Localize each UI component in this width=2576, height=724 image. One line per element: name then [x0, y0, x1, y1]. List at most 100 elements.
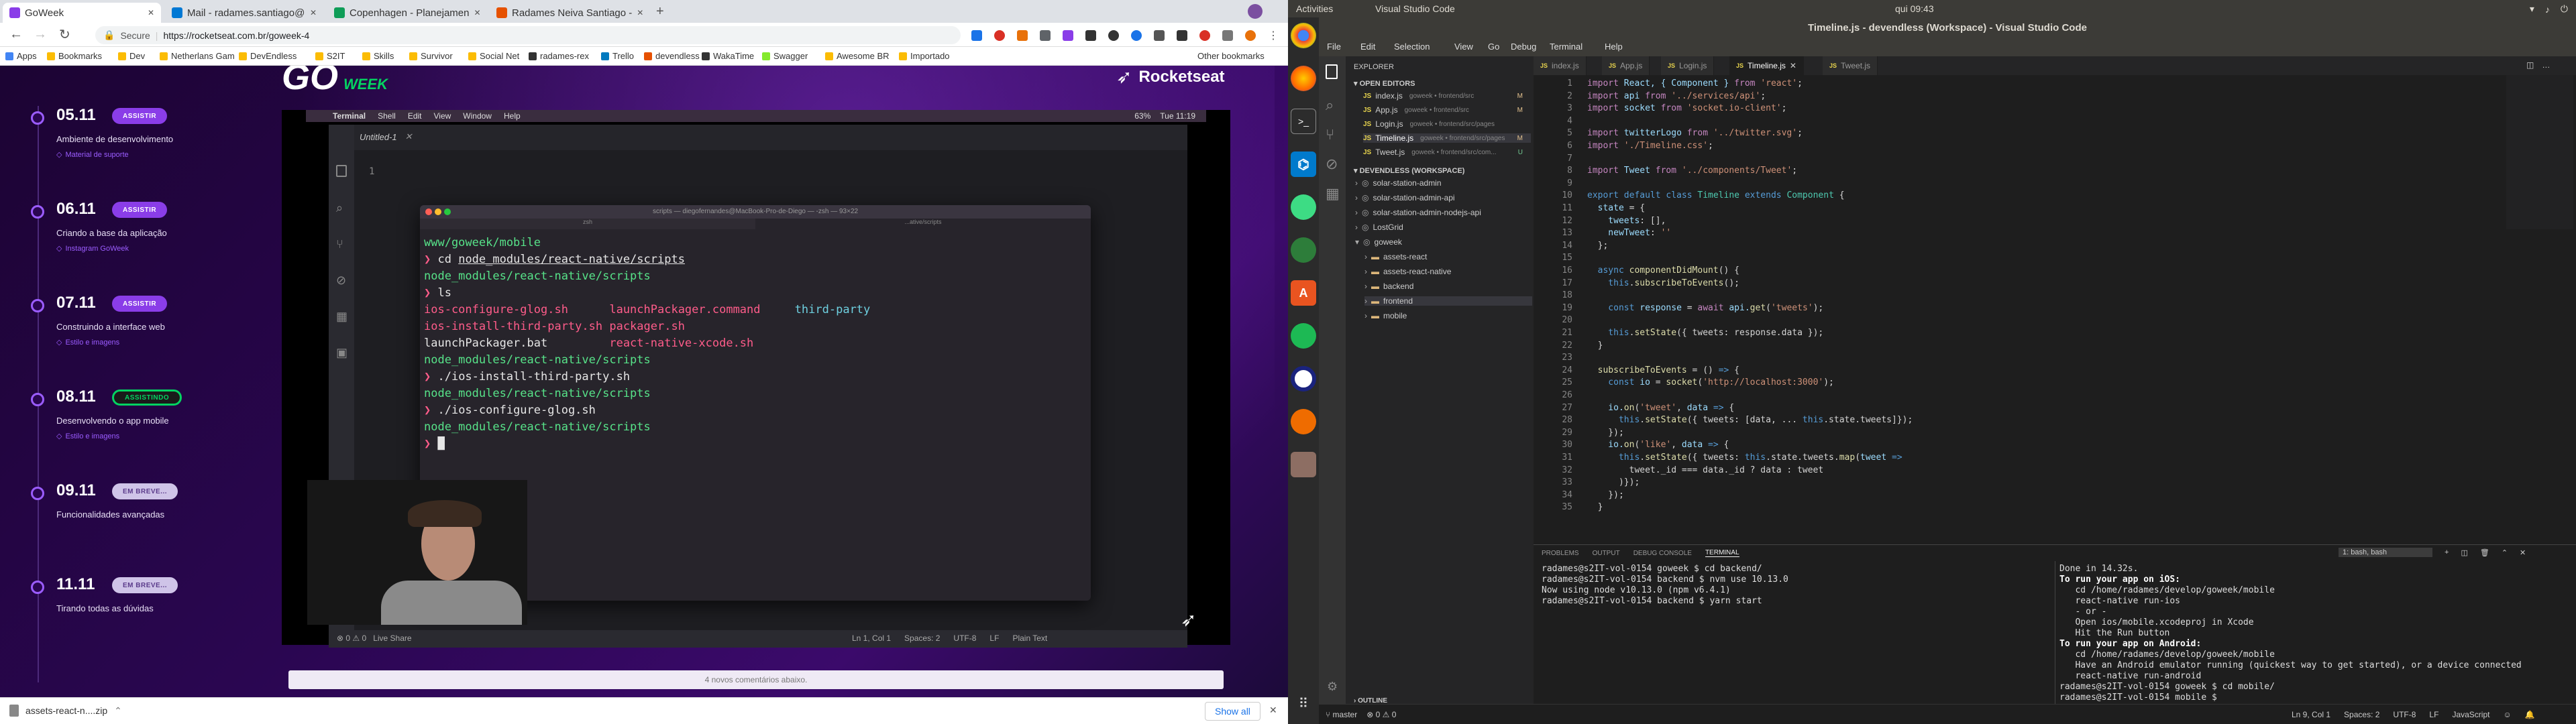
watch-button[interactable]: ASSISTINDO: [112, 389, 182, 406]
folder-item[interactable]: ▾ ◎ goweek: [1355, 237, 1523, 247]
postman-icon[interactable]: [1291, 409, 1316, 434]
activities-button[interactable]: Activities: [1296, 3, 1333, 14]
bookmark-item[interactable]: Survivor: [409, 51, 453, 61]
watch-button[interactable]: EM BREVE...: [112, 577, 178, 593]
android-icon[interactable]: [1291, 237, 1316, 263]
mac-menu-item[interactable]: Help: [504, 111, 521, 121]
menu-item-file[interactable]: File: [1327, 42, 1341, 52]
split-terminal-icon[interactable]: ◫: [2461, 548, 2467, 557]
add-terminal-icon[interactable]: +: [2445, 548, 2449, 556]
chevron-up-icon[interactable]: ⌃: [2502, 548, 2508, 557]
menu-item-view[interactable]: View: [1454, 42, 1473, 52]
extension-icon[interactable]: [1245, 30, 1256, 41]
volume-icon[interactable]: ♪: [2545, 4, 2550, 15]
encoding[interactable]: UTF-8: [2393, 710, 2416, 719]
bell-icon[interactable]: 🔔: [2525, 710, 2535, 719]
terminal-tab[interactable]: zsh: [420, 219, 755, 229]
bookmark-item[interactable]: devendless: [644, 51, 700, 61]
editor-tab[interactable]: JS index.js: [1534, 56, 1587, 75]
show-all-button[interactable]: Show all: [1205, 702, 1260, 721]
extension-icon[interactable]: [1017, 30, 1028, 41]
bookmark-item[interactable]: Skills: [362, 51, 394, 61]
back-arrow-icon[interactable]: ←: [9, 27, 23, 42]
minimize-dot[interactable]: [435, 208, 441, 215]
close-icon[interactable]: ✕: [1269, 705, 1277, 716]
gear-icon[interactable]: ⚙: [1327, 680, 1338, 694]
more-icon[interactable]: …: [2542, 60, 2550, 70]
ubuntu-clock[interactable]: qui 09:43: [1895, 3, 1934, 14]
close-icon[interactable]: ✕: [1790, 61, 1796, 70]
firefox-icon[interactable]: [1291, 66, 1316, 91]
extension-icon[interactable]: [1222, 30, 1233, 41]
menu-item-terminal[interactable]: Terminal: [1550, 42, 1582, 52]
extensions-icon[interactable]: ▦: [1326, 185, 1340, 202]
bookmark-item[interactable]: Social Net: [468, 51, 519, 61]
open-editor-item[interactable]: JS Login.js goweek • frontend/src/pages: [1363, 119, 1531, 129]
mac-menu-item[interactable]: Window: [463, 111, 492, 121]
mac-menu-item[interactable]: Edit: [408, 111, 422, 121]
editor-tab[interactable]: JS Login.js: [1661, 56, 1715, 75]
menu-item-debug[interactable]: Debug: [1511, 42, 1536, 52]
comments-banner[interactable]: 4 novos comentários abaixo.: [288, 670, 1224, 689]
bookmark-item[interactable]: WakaTime: [702, 51, 754, 61]
open-editors-header[interactable]: ▾ OPEN EDITORS: [1354, 79, 1415, 88]
network-icon[interactable]: ▾: [2530, 3, 2534, 15]
files-icon[interactable]: [1291, 452, 1316, 477]
bookmark-item[interactable]: Apps: [5, 51, 37, 61]
close-panel-icon[interactable]: ✕: [2520, 548, 2526, 557]
panel-tab[interactable]: OUTPUT: [1593, 550, 1620, 557]
new-tab-button[interactable]: +: [656, 4, 664, 19]
app-menu[interactable]: Visual Studio Code: [1375, 3, 1455, 14]
mac-menu-item[interactable]: Terminal: [333, 111, 366, 121]
folder-item[interactable]: › ▬ mobile: [1364, 311, 1532, 320]
browser-tab-radames[interactable]: Radames Neiva Santiago - ✕: [490, 3, 648, 23]
explorer-icon[interactable]: [1326, 64, 1338, 79]
folder-item[interactable]: › ◎ solar-station-admin-nodejs-api: [1355, 208, 1523, 217]
terminal-left[interactable]: radames@s2IT-vol-0154 goweek $ cd backen…: [1542, 564, 2045, 607]
editor-tab[interactable]: JS Tweet.js: [1823, 56, 1878, 75]
profile-avatar[interactable]: [1248, 4, 1263, 19]
eclipse-icon[interactable]: [1291, 366, 1316, 391]
reload-icon[interactable]: ↻: [59, 26, 70, 43]
open-editor-item[interactable]: JS Tweet.js goweek • frontend/src/com... U: [1363, 147, 1531, 157]
chevron-up-icon[interactable]: ⌃: [114, 705, 122, 717]
terminal-icon[interactable]: >_: [1291, 109, 1316, 134]
terminal-select[interactable]: 1: bash, bash: [2339, 548, 2432, 557]
bookmark-item[interactable]: DevEndless: [239, 51, 297, 61]
extension-icon[interactable]: [1108, 30, 1119, 41]
watch-button[interactable]: ASSISTIR: [112, 296, 168, 312]
close-tab-icon[interactable]: ✕: [474, 8, 480, 17]
bookmark-item[interactable]: Dev: [118, 51, 145, 61]
folder-item[interactable]: › ▬ assets-react: [1364, 252, 1532, 261]
power-icon[interactable]: ⏻: [2561, 3, 2568, 15]
panel-tab[interactable]: DEBUG CONSOLE: [1633, 550, 1692, 557]
menu-item-help[interactable]: Help: [1605, 42, 1623, 52]
chrome-icon[interactable]: [1291, 23, 1316, 48]
editor-tab[interactable]: JS App.js: [1602, 56, 1650, 75]
code-editor[interactable]: 1 import React, { Component } from 'react…: [1534, 75, 2576, 544]
extension-icon[interactable]: [1040, 30, 1051, 41]
folder-item[interactable]: › ▬ assets-react-native: [1364, 267, 1532, 276]
search-icon[interactable]: ⌕: [1326, 97, 1334, 114]
support-link[interactable]: ◇ Material de suporte: [56, 150, 129, 160]
bookmark-item[interactable]: Importado: [899, 51, 950, 61]
smiley-icon[interactable]: ☺: [2503, 710, 2511, 719]
bookmark-item[interactable]: Trello: [601, 51, 634, 61]
editor-tab[interactable]: JS Timeline.js ✕: [1729, 56, 1804, 75]
eol[interactable]: LF: [2429, 710, 2438, 719]
browser-tab-mail[interactable]: Mail - radames.santiago@ ✕: [165, 3, 323, 23]
terminal-right[interactable]: Done in 14.32s. To run your app on iOS: c…: [2059, 564, 2569, 703]
mac-menu-item[interactable]: View: [434, 111, 451, 121]
open-editor-item[interactable]: JS Timeline.js goweek • frontend/src/pages…: [1363, 133, 1531, 143]
open-editor-item[interactable]: JS index.js goweek • frontend/src M: [1363, 91, 1531, 101]
omnibox[interactable]: 🔒 Secure | https://rocketseat.com.br/gow…: [95, 26, 961, 44]
rocketseat-brand[interactable]: ➶ Rocketseat: [1116, 66, 1225, 88]
support-link[interactable]: ◇ Estilo e imagens: [56, 338, 119, 347]
other-bookmarks[interactable]: Other bookmarks: [1197, 51, 1265, 61]
minimap[interactable]: [2506, 75, 2573, 229]
branch-status[interactable]: ⑂ master: [1326, 710, 1357, 719]
untitled-tab[interactable]: Untitled-1 ✕: [360, 131, 413, 142]
trash-icon[interactable]: 🗑: [2480, 548, 2489, 557]
folder-item[interactable]: › ▬ frontend: [1364, 296, 1532, 306]
extension-icon[interactable]: [1177, 30, 1187, 41]
